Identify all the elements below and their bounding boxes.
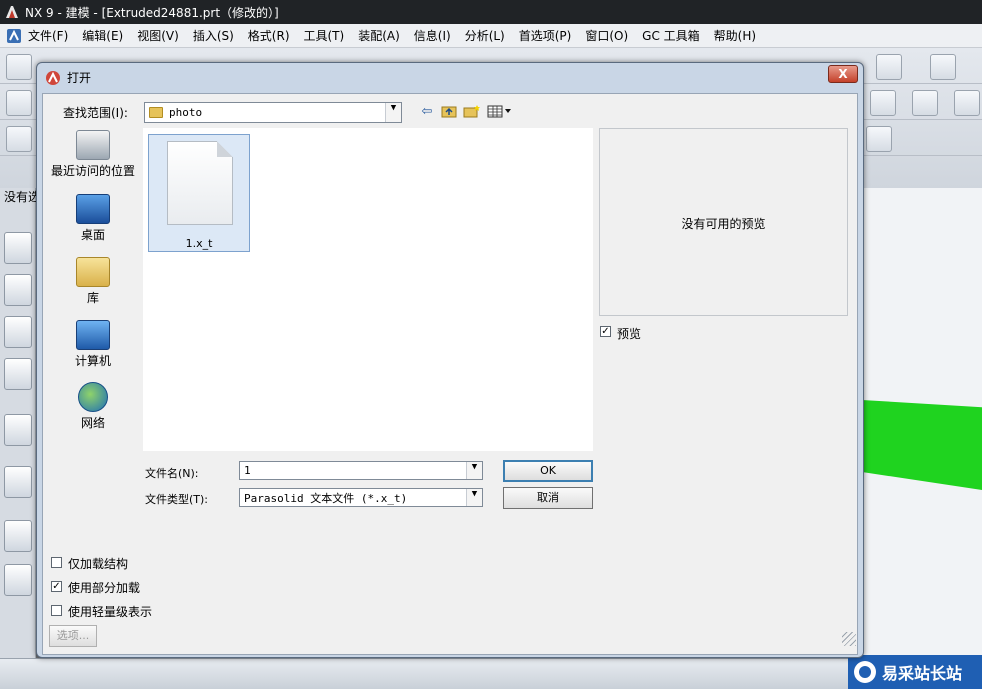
look-in-combo[interactable]: photo ▼ bbox=[144, 102, 402, 123]
close-button[interactable]: X bbox=[828, 65, 858, 83]
partial-load-label: 使用部分加载 bbox=[68, 581, 141, 595]
desktop-icon bbox=[76, 194, 110, 224]
constraint-navigator-icon[interactable] bbox=[4, 274, 32, 306]
dialog-title: 打开 bbox=[67, 71, 92, 85]
place-network[interactable]: 网络 bbox=[48, 382, 138, 431]
menu-edit[interactable]: 编辑(E) bbox=[82, 27, 123, 44]
toolbar-button[interactable] bbox=[954, 90, 980, 116]
filename-input[interactable]: 1 ▼ bbox=[239, 461, 483, 480]
preview-checkbox-label: 预览 bbox=[617, 327, 642, 341]
place-libraries[interactable]: 库 bbox=[48, 257, 138, 306]
computer-icon bbox=[76, 320, 110, 350]
file-name: 1.x_t bbox=[185, 237, 213, 250]
options-button[interactable]: 选项... bbox=[49, 625, 97, 647]
part-navigator-icon[interactable] bbox=[4, 316, 32, 348]
preview-pane: 没有可用的预览 bbox=[599, 128, 848, 316]
place-recent-label: 最近访问的位置 bbox=[50, 164, 135, 178]
toolbar-button[interactable] bbox=[6, 126, 32, 152]
filetype-select[interactable]: Parasolid 文本文件 (*.x_t) ▼ bbox=[239, 488, 483, 507]
back-icon[interactable]: ⇦ bbox=[418, 104, 436, 120]
folder-icon bbox=[149, 107, 163, 118]
preview-checkbox[interactable]: ✓ bbox=[600, 326, 611, 337]
menu-view[interactable]: 视图(V) bbox=[137, 27, 179, 44]
recent-places-icon bbox=[76, 130, 110, 160]
look-in-label: 查找范围(I): bbox=[63, 106, 128, 120]
document-icon bbox=[167, 141, 233, 225]
bottom-toolbar bbox=[0, 658, 982, 689]
look-in-value: photo bbox=[169, 106, 203, 119]
load-structure-label: 仅加载结构 bbox=[68, 557, 129, 571]
menu-preferences[interactable]: 首选项(P) bbox=[519, 27, 572, 44]
libraries-icon bbox=[76, 257, 110, 287]
lightweight-label: 使用轻量级表示 bbox=[68, 605, 153, 619]
menu-format[interactable]: 格式(R) bbox=[248, 27, 290, 44]
dialog-title-bar: 打开 bbox=[45, 69, 91, 86]
toolbar-button[interactable] bbox=[912, 90, 938, 116]
assembly-navigator-icon[interactable] bbox=[4, 232, 32, 264]
toolbar-button[interactable] bbox=[876, 54, 902, 80]
menu-info[interactable]: 信息(I) bbox=[414, 27, 451, 44]
menu-help[interactable]: 帮助(H) bbox=[714, 27, 756, 44]
toolbar-button[interactable] bbox=[6, 90, 32, 116]
file-item[interactable]: 1.x_t bbox=[148, 134, 250, 252]
place-network-label: 网络 bbox=[80, 416, 105, 430]
view-menu-icon[interactable] bbox=[486, 104, 516, 120]
new-folder-icon[interactable] bbox=[463, 104, 481, 120]
ok-button[interactable]: OK bbox=[503, 460, 593, 482]
status-text: 没有选 bbox=[4, 190, 41, 204]
watermark-text: 易采站长站 bbox=[882, 664, 963, 683]
place-computer-label: 计算机 bbox=[74, 354, 111, 368]
filename-value: 1 bbox=[244, 464, 251, 477]
cancel-button[interactable]: 取消 bbox=[503, 487, 593, 509]
window-title: NX 9 - 建模 - [Extruded24881.prt（修改的）] bbox=[25, 5, 279, 20]
filetype-label: 文件类型(T): bbox=[145, 493, 209, 506]
chevron-down-icon[interactable]: ▼ bbox=[466, 489, 482, 506]
place-computer[interactable]: 计算机 bbox=[48, 320, 138, 369]
menu-bar: 文件(F) 编辑(E) 视图(V) 插入(S) 格式(R) 工具(T) 装配(A… bbox=[0, 24, 982, 48]
nx-app-icon bbox=[6, 6, 18, 18]
clock-icon[interactable] bbox=[4, 520, 32, 552]
up-folder-icon[interactable] bbox=[440, 104, 458, 120]
lightweight-checkbox[interactable] bbox=[51, 605, 62, 616]
nx-dialog-icon bbox=[46, 70, 60, 85]
place-desktop-label: 桌面 bbox=[80, 228, 105, 242]
resource-bar bbox=[0, 188, 36, 658]
menu-insert[interactable]: 插入(S) bbox=[193, 27, 234, 44]
toolbar-button[interactable] bbox=[930, 54, 956, 80]
toolbar-button[interactable] bbox=[6, 54, 32, 80]
partial-load-checkbox[interactable]: ✓ bbox=[51, 581, 62, 592]
history-icon[interactable] bbox=[4, 466, 32, 498]
network-icon bbox=[78, 382, 108, 412]
nx-logo-icon bbox=[7, 28, 21, 43]
reuse-library-icon[interactable] bbox=[4, 358, 32, 390]
site-watermark: 易采站长站 bbox=[848, 655, 982, 689]
toolbar-button[interactable] bbox=[870, 90, 896, 116]
resize-grip[interactable] bbox=[842, 632, 856, 646]
app-title-bar: NX 9 - 建模 - [Extruded24881.prt（修改的）] bbox=[0, 0, 982, 24]
place-desktop[interactable]: 桌面 bbox=[48, 194, 138, 243]
preview-message: 没有可用的预览 bbox=[681, 217, 766, 231]
toolbar-button[interactable] bbox=[866, 126, 892, 152]
place-recent[interactable]: 最近访问的位置 bbox=[48, 130, 138, 179]
chevron-down-icon[interactable]: ▼ bbox=[466, 462, 482, 479]
menu-file[interactable]: 文件(F) bbox=[28, 27, 68, 44]
place-libraries-label: 库 bbox=[86, 291, 99, 305]
menu-analysis[interactable]: 分析(L) bbox=[465, 27, 505, 44]
web-browser-icon[interactable] bbox=[4, 414, 32, 446]
load-structure-checkbox[interactable] bbox=[51, 557, 62, 568]
filetype-value: Parasolid 文本文件 (*.x_t) bbox=[244, 491, 408, 505]
menu-gc-toolbox[interactable]: GC 工具箱 bbox=[642, 27, 700, 44]
roles-icon[interactable] bbox=[4, 564, 32, 596]
menu-assembly[interactable]: 装配(A) bbox=[358, 27, 400, 44]
menu-tools[interactable]: 工具(T) bbox=[304, 27, 345, 44]
watermark-logo-icon bbox=[854, 661, 876, 683]
filename-label: 文件名(N): bbox=[145, 467, 199, 480]
chevron-down-icon[interactable]: ▼ bbox=[385, 103, 401, 122]
menu-window[interactable]: 窗口(O) bbox=[585, 27, 628, 44]
